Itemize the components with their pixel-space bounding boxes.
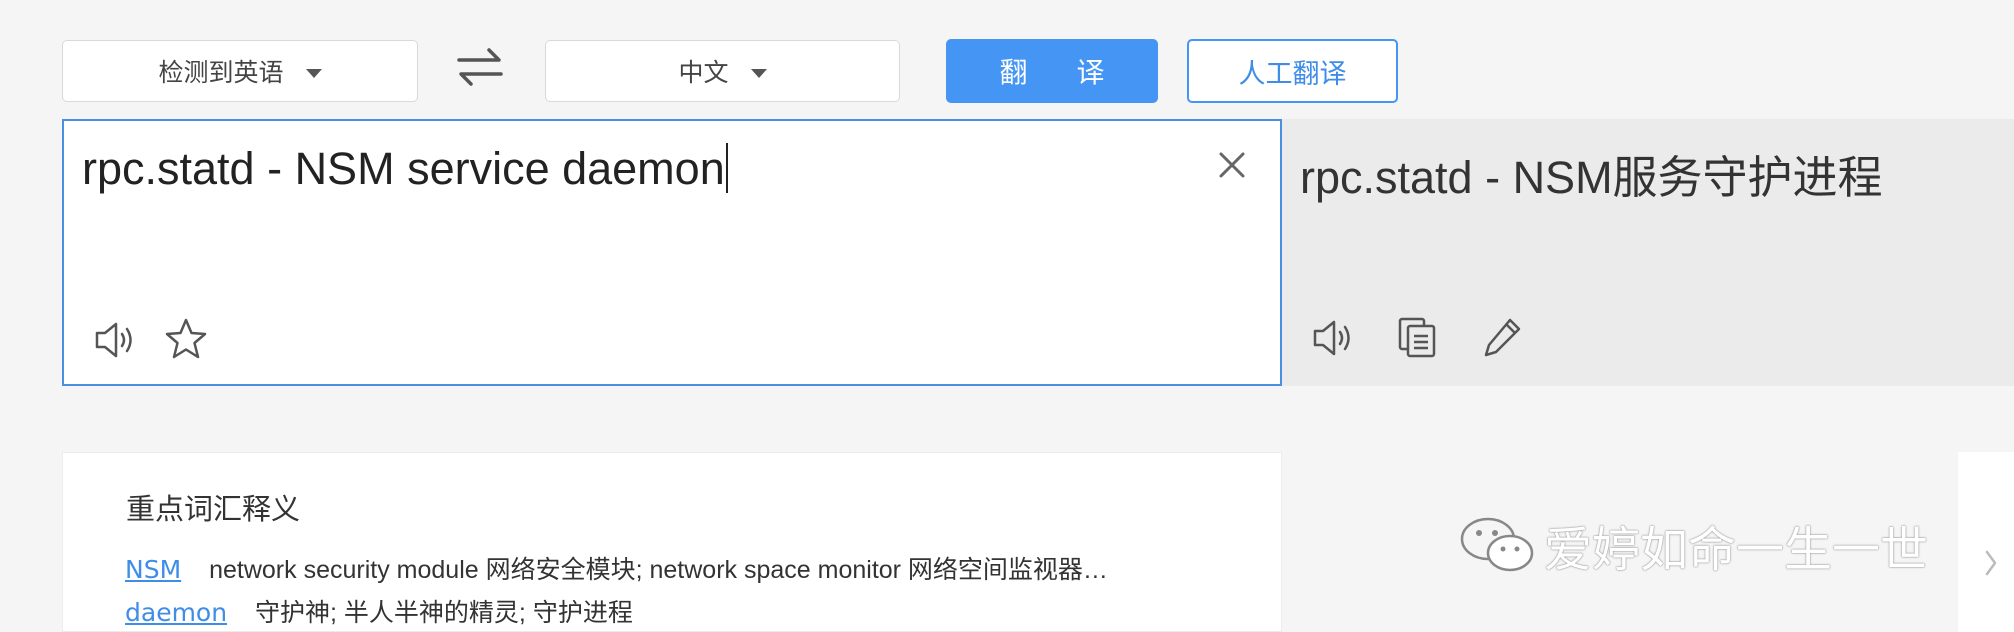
- source-speak-button[interactable]: [94, 319, 138, 365]
- translate-button[interactable]: 翻 译: [946, 39, 1158, 103]
- vocabulary-item: NSM network security module 网络安全模块; netw…: [125, 550, 1108, 586]
- vocabulary-title: 重点词汇释义: [126, 492, 301, 526]
- vocabulary-item: daemon 守护神; 半人半神的精灵; 守护进程: [125, 593, 633, 629]
- clear-button[interactable]: [1216, 149, 1248, 181]
- watermark-text: 爱婷如命一生一世: [1544, 522, 1929, 578]
- key-vocabulary-card: 重点词汇释义 NSM network security module 网络安全模…: [62, 452, 1282, 632]
- source-text-input[interactable]: rpc.statd - NSM service daemon: [82, 143, 1182, 195]
- translation-panel: rpc.statd - NSM服务守护进程: [1282, 119, 2014, 386]
- copy-button[interactable]: [1396, 315, 1438, 363]
- edit-button[interactable]: [1482, 315, 1524, 363]
- source-language-label: 检测到英语: [158, 58, 284, 87]
- caret-down-icon: [750, 68, 767, 78]
- translation-text: rpc.statd - NSM服务守护进程: [1300, 152, 1883, 203]
- next-panel-button[interactable]: [1958, 452, 2014, 632]
- vocabulary-word-link[interactable]: daemon: [125, 598, 227, 627]
- source-text-panel[interactable]: rpc.statd - NSM service daemon: [62, 119, 1282, 386]
- swap-icon: [457, 48, 503, 86]
- human-translate-button[interactable]: 人工翻译: [1187, 39, 1398, 103]
- wechat-watermark: 爱婷如命一生一世: [1458, 510, 1928, 580]
- speaker-icon: [95, 322, 132, 358]
- vocabulary-definition: 守护神; 半人半神的精灵; 守护进程: [255, 599, 633, 627]
- vocabulary-word-link[interactable]: NSM: [125, 555, 181, 584]
- vocabulary-definition: network security module 网络安全模块; network …: [209, 556, 1108, 584]
- translation-speak-button[interactable]: [1312, 317, 1356, 363]
- source-language-select[interactable]: 检测到英语: [62, 40, 418, 102]
- target-language-label: 中文: [678, 58, 729, 87]
- speaker-icon: [1313, 320, 1350, 356]
- chevron-right-icon: [1985, 550, 1997, 576]
- close-icon: [1219, 152, 1245, 178]
- wechat-icon: [1460, 517, 1534, 572]
- swap-languages-button[interactable]: [455, 46, 505, 88]
- source-text-value: rpc.statd - NSM service daemon: [82, 143, 725, 194]
- pencil-icon: [1484, 318, 1521, 357]
- star-icon: [165, 318, 207, 359]
- caret-down-icon: [305, 68, 322, 78]
- text-cursor: [725, 143, 728, 193]
- copy-icon: [1398, 317, 1436, 358]
- favorite-button[interactable]: [164, 317, 208, 365]
- target-language-select[interactable]: 中文: [545, 40, 900, 102]
